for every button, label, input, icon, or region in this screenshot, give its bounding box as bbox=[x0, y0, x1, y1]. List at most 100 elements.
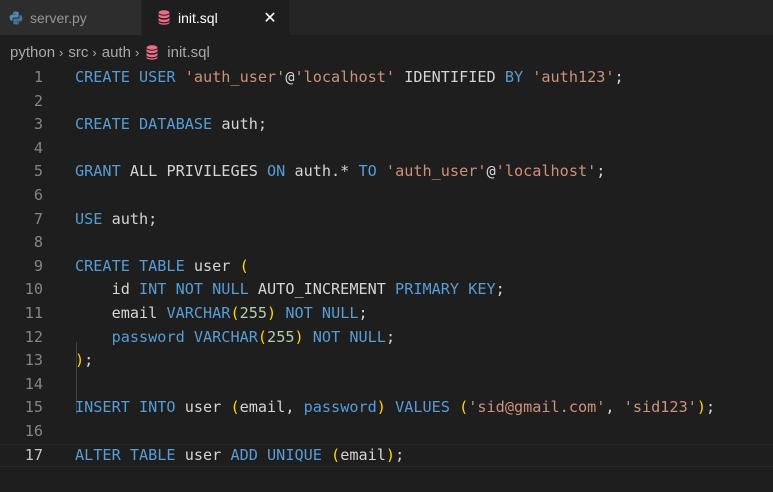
line-number: 8 bbox=[33, 233, 43, 252]
code-token: ) bbox=[696, 398, 707, 417]
code-text: USE auth; bbox=[75, 208, 157, 232]
code-token: PRIMARY KEY bbox=[395, 280, 496, 299]
code-line[interactable]: 15 INSERT INTO user (email, password) VAL… bbox=[0, 396, 773, 420]
code-text: password VARCHAR(255) NOT NULL; bbox=[75, 326, 396, 350]
code-token: ADD UNIQUE bbox=[230, 445, 332, 464]
line-number: 13 bbox=[24, 351, 43, 370]
code-token: INSERT INTO bbox=[75, 398, 185, 417]
line-number: 17 bbox=[24, 445, 43, 464]
line-number: 7 bbox=[33, 209, 43, 228]
code-token: IDENTIFIED bbox=[395, 68, 505, 86]
code-token: AUTO_INCREMENT bbox=[257, 280, 396, 299]
line-number: 16 bbox=[24, 422, 43, 440]
code-token: , bbox=[605, 398, 624, 417]
line-number: 10 bbox=[24, 280, 43, 299]
database-icon bbox=[156, 10, 172, 26]
code-line[interactable]: 3 CREATE DATABASE auth; bbox=[0, 113, 773, 137]
code-token: CREATE TABLE bbox=[75, 256, 194, 275]
code-token: ; bbox=[614, 68, 624, 86]
database-icon bbox=[144, 44, 160, 60]
code-token: 'localhost' bbox=[495, 162, 597, 181]
line-number: 14 bbox=[24, 374, 43, 393]
code-token: 'sid@gmail.com' bbox=[468, 398, 606, 417]
line-number: 9 bbox=[33, 256, 43, 275]
code-text: INSERT INTO user (email, password) VALUE… bbox=[75, 396, 715, 420]
code-token: ; bbox=[596, 162, 606, 181]
code-token: ; bbox=[358, 304, 368, 322]
line-number: 3 bbox=[33, 115, 43, 134]
code-line[interactable]: 14 bbox=[0, 373, 773, 397]
code-token: ( bbox=[230, 398, 240, 417]
code-token: ; bbox=[495, 280, 505, 299]
code-token: ( bbox=[230, 304, 240, 322]
chevron-right-icon: › bbox=[59, 44, 64, 60]
breadcrumb-python[interactable]: python bbox=[10, 44, 55, 61]
code-token: ) bbox=[376, 398, 386, 417]
close-icon[interactable]: ✕ bbox=[261, 8, 279, 27]
code-line[interactable]: 17 ALTER TABLE user ADD UNIQUE (email); bbox=[0, 443, 773, 468]
code-token: 255 bbox=[239, 304, 268, 322]
tab-init-sql[interactable]: init.sql ✕ bbox=[142, 0, 289, 35]
code-token: auth; bbox=[111, 209, 158, 228]
code-line[interactable]: 16 bbox=[0, 420, 773, 444]
code-token: 'auth_user' bbox=[184, 68, 286, 86]
code-token: user bbox=[184, 445, 231, 464]
code-line[interactable]: 2 bbox=[0, 90, 773, 114]
breadcrumb-auth[interactable]: auth bbox=[102, 44, 131, 61]
code-token: auth; bbox=[221, 115, 268, 134]
code-line[interactable]: 12 password VARCHAR(255) NOT NULL; bbox=[0, 326, 773, 350]
code-line[interactable]: 7 USE auth; bbox=[0, 208, 773, 232]
code-token: NOT NULL bbox=[303, 327, 386, 346]
code-token: @ bbox=[486, 162, 496, 181]
code-token: TO bbox=[358, 162, 386, 181]
code-line[interactable]: 11 email VARCHAR(255) NOT NULL; bbox=[0, 302, 773, 326]
code-text: ALTER TABLE user ADD UNIQUE (email); bbox=[75, 445, 404, 467]
code-token: user bbox=[184, 398, 231, 417]
code-token: ( bbox=[331, 445, 341, 464]
breadcrumb-src[interactable]: src bbox=[68, 44, 88, 61]
code-token: ; bbox=[84, 351, 94, 370]
code-token: 255 bbox=[267, 327, 295, 346]
code-line[interactable]: 10 id INT NOT NULL AUTO_INCREMENT PRIMAR… bbox=[0, 278, 773, 302]
tab-bar: server.py init.sql ✕ bbox=[0, 0, 773, 35]
code-token: ) bbox=[75, 351, 85, 370]
code-token: 'auth123' bbox=[532, 68, 615, 86]
code-token: id bbox=[75, 280, 140, 299]
code-token: 'localhost' bbox=[294, 68, 396, 86]
code-token: ALL PRIVILEGES bbox=[129, 162, 268, 181]
line-number: 2 bbox=[33, 91, 43, 110]
code-line[interactable]: 4 bbox=[0, 137, 773, 161]
code-token: ( bbox=[239, 256, 249, 275]
code-token: password bbox=[303, 398, 377, 417]
code-line[interactable]: 6 bbox=[0, 184, 773, 208]
code-token: ; bbox=[385, 327, 396, 346]
chevron-right-icon: › bbox=[92, 44, 97, 60]
code-line[interactable]: 13); bbox=[0, 349, 773, 373]
line-number: 1 bbox=[33, 68, 43, 86]
line-number: 12 bbox=[24, 327, 43, 346]
chevron-right-icon: › bbox=[134, 44, 140, 60]
tab-label: init.sql bbox=[178, 9, 218, 26]
code-token: INT NOT NULL bbox=[139, 280, 258, 299]
code-text: CREATE DATABASE auth; bbox=[75, 113, 267, 137]
tab-label: server.py bbox=[30, 9, 87, 26]
tab-server-py[interactable]: server.py bbox=[0, 0, 142, 35]
code-token: ON bbox=[267, 162, 295, 181]
code-line[interactable]: 8 bbox=[0, 231, 773, 255]
code-token: CREATE USER bbox=[75, 68, 185, 86]
code-token: ALTER TABLE bbox=[75, 445, 185, 464]
code-token: ) bbox=[385, 445, 396, 464]
breadcrumb-file[interactable]: init.sql bbox=[144, 44, 210, 61]
code-line[interactable]: 1 CREATE USER 'auth_user'@'localhost' IDE… bbox=[0, 66, 773, 90]
code-editor[interactable]: 1 CREATE USER 'auth_user'@'localhost' IDE… bbox=[0, 66, 773, 492]
code-line[interactable]: 9 CREATE TABLE user ( bbox=[0, 255, 773, 279]
code-token: VALUES bbox=[385, 398, 460, 417]
code-line[interactable]: 5 GRANT ALL PRIVILEGES ON auth.* TO 'auth… bbox=[0, 160, 773, 184]
code-token: ) bbox=[267, 304, 277, 322]
code-token: password VARCHAR bbox=[111, 327, 258, 346]
code-token: VARCHAR bbox=[166, 304, 231, 322]
code-token: BY bbox=[504, 68, 533, 86]
code-token: email, bbox=[239, 398, 304, 417]
python-icon bbox=[8, 10, 24, 26]
